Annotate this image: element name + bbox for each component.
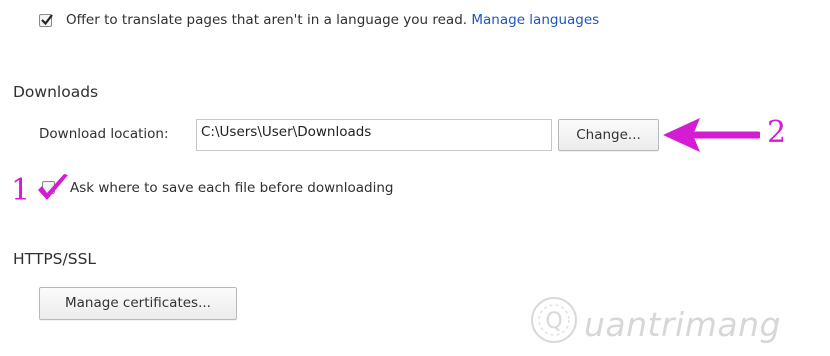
translate-label-text: Offer to translate pages that aren't in … xyxy=(66,12,468,28)
download-location-label: Download location: xyxy=(39,126,169,142)
annotation-number-1: 1 xyxy=(11,173,31,208)
annotation-arrow xyxy=(663,118,760,152)
annotation-checkmark-icon xyxy=(38,174,68,200)
checkmark-icon xyxy=(41,14,53,26)
annotation-number-2: 2 xyxy=(767,115,787,150)
https-section-title: HTTPS/SSL xyxy=(13,250,97,268)
watermark-text: uantrimang xyxy=(584,305,781,344)
manage-certificates-button[interactable]: Manage certificates... xyxy=(39,287,237,320)
manage-languages-link[interactable]: Manage languages xyxy=(471,12,599,28)
watermark-logo-icon: Q xyxy=(531,297,577,343)
ask-save-location-label: Ask where to save each file before downl… xyxy=(70,180,394,196)
downloads-section-title: Downloads xyxy=(13,83,99,101)
translate-checkbox[interactable] xyxy=(39,14,53,27)
download-location-field[interactable]: C:\Users\User\Downloads xyxy=(196,119,552,151)
change-location-button[interactable]: Change... xyxy=(558,119,659,151)
translate-label: Offer to translate pages that aren't in … xyxy=(66,12,599,28)
watermark-logo-letter: Q xyxy=(545,309,562,334)
